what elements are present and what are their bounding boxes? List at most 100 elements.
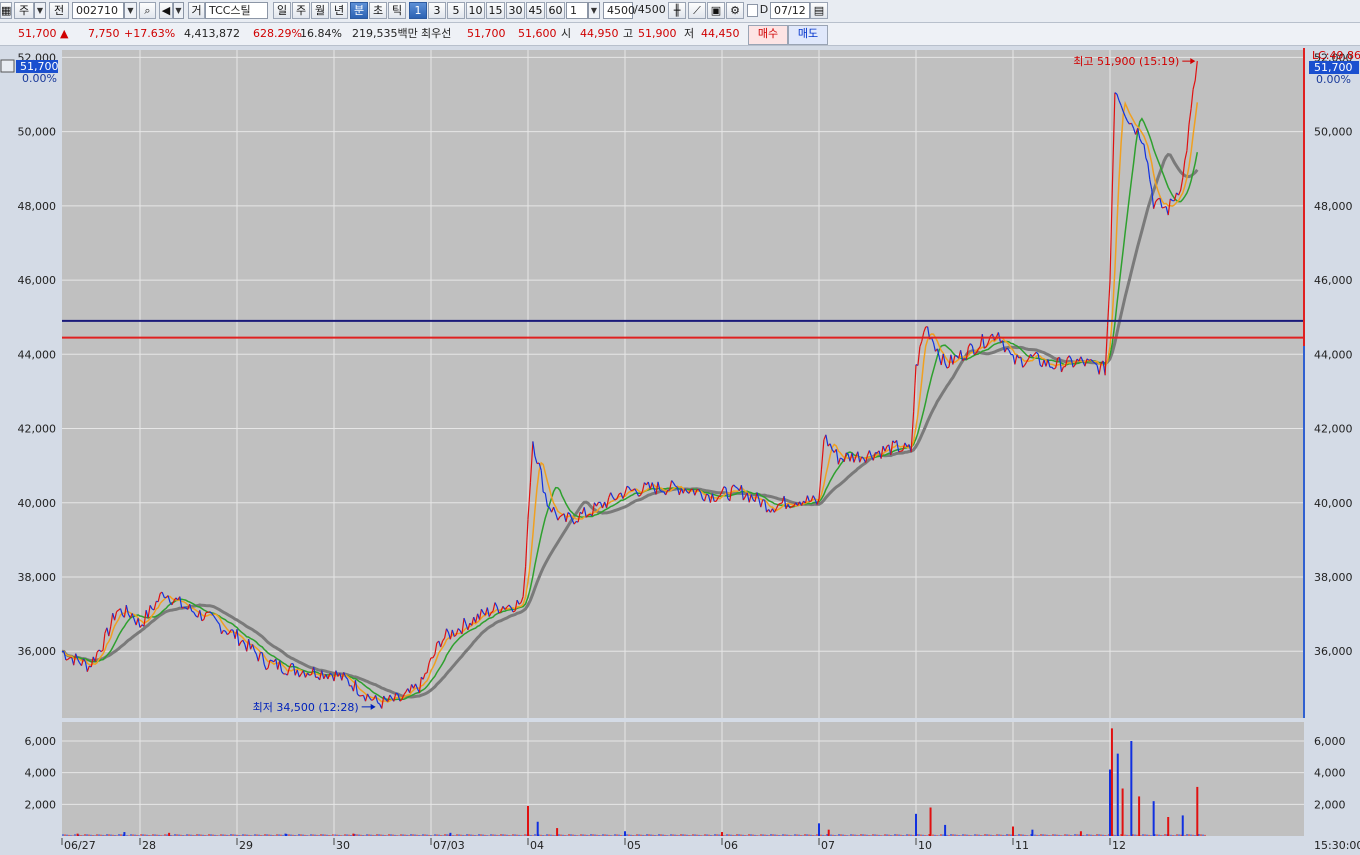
speaker-dropdown-icon[interactable]: ▼ [173,2,184,19]
y-tick-label-right: 40,000 [1314,497,1353,510]
price-segment [309,673,312,676]
interval-5-button[interactable]: 5 [447,2,465,19]
interval-60-button[interactable]: 60 [546,2,565,19]
x-tick-label: 12 [1112,839,1126,852]
y-tick-label-right: 50,000 [1314,126,1353,139]
line-tool-icon[interactable]: ⟋ [688,2,706,19]
x-tick-label: 11 [1015,839,1029,852]
interval-45-button[interactable]: 45 [526,2,545,19]
buy-button[interactable]: 매수 [748,25,788,45]
period-day-button[interactable]: 일 [273,2,291,19]
stock-code-input[interactable]: 002710 [72,2,124,19]
volume-value: 4,413,872 [184,27,240,40]
x-tick-label: 04 [530,839,544,852]
up-arrow-icon: ▲ [60,27,69,40]
speaker-icon[interactable]: ◀ [159,2,173,19]
market-dropdown-icon[interactable]: ▼ [34,2,46,19]
y-tick-label-left: 44,000 [18,348,57,361]
calendar-icon[interactable]: ▤ [810,2,828,19]
price-segment [900,449,903,452]
toolbar: ▦ 주 ▼ 전 002710 ▼ ⌕ ◀ ▼ 거 TCC스틸 일 주 월 년 분… [0,0,1360,23]
best-bid: 51,600 [518,27,557,40]
y-tick-label-left: 46,000 [18,274,57,287]
price-segment [65,658,68,661]
volume-tick-label-left: 4,000 [25,767,57,780]
volume-tick-label-right: 2,000 [1314,798,1346,811]
x-tick-label: 06 [724,839,738,852]
best-ask: 51,700 [467,27,506,40]
low-label: 저 [684,27,695,40]
period-year-button[interactable]: 년 [330,2,348,19]
price-segment [791,505,794,508]
code-dropdown-icon[interactable]: ▼ [124,2,137,19]
price-segment [512,610,516,613]
x-tick-label: 07/03 [433,839,465,852]
period-week-button[interactable]: 주 [292,2,310,19]
y-tick-label-left: 50,000 [18,126,57,139]
menu-grid-button[interactable]: ▦ [0,2,12,19]
left-pct-label: 0.00% [22,72,57,85]
interval-10-button[interactable]: 10 [466,2,485,19]
y-tick-label-left: 36,000 [18,645,57,658]
open-label: 시 [561,27,572,40]
y-tick-label-left: 40,000 [18,497,57,510]
count-total-label: /4500 [634,3,666,16]
price-segment [269,659,273,662]
period-tick-button[interactable]: 틱 [388,2,406,19]
x-tick-label: 07 [821,839,835,852]
price-segment [898,450,901,453]
period-minute-button[interactable]: 분 [350,2,368,19]
chart-table-icon[interactable] [0,59,15,73]
turnover-rate: 16.84% [300,27,342,40]
date-label: D [759,3,769,16]
volume-tick-label-right: 4,000 [1314,767,1346,780]
y-tick-label-right: 48,000 [1314,200,1353,213]
best-quote-label: 최우선 [421,27,452,40]
price-segment [762,499,765,501]
time-label: 15:30:00 [1314,839,1360,852]
y-tick-label-right: 38,000 [1314,571,1353,584]
date-input[interactable]: 07/12 [770,2,810,19]
price-segment [1161,206,1165,209]
price-segment [223,629,226,632]
search-icon[interactable]: ⌕ [139,2,156,19]
price-chart[interactable]: 36,000 36,000 38,000 38,000 40,000 40,000 42,0… [0,46,1360,855]
name-prefix-button[interactable]: 거 [188,2,205,19]
current-price: 51,700 [18,27,57,40]
settings-gear-icon[interactable]: ⚙ [726,2,744,19]
multiplier-input[interactable]: 1 [566,2,588,19]
period-month-button[interactable]: 월 [311,2,329,19]
right-pct-label: 0.00% [1316,73,1351,86]
count-input[interactable]: 4500 [603,2,635,19]
price-change-pct: +17.63% [124,27,176,40]
price-segment [395,692,399,695]
date-checkbox[interactable] [747,4,758,17]
volume-ratio: 628.29% [253,27,302,40]
high-label: 고 [623,27,634,40]
price-segment [231,629,234,631]
low-price: 44,450 [701,27,740,40]
x-tick-label: 30 [336,839,350,852]
stock-name-field[interactable]: TCC스틸 [205,2,268,19]
y-tick-label-right: 44,000 [1314,348,1353,361]
period-second-button[interactable]: 초 [369,2,387,19]
y-tick-label-right: 36,000 [1314,645,1353,658]
save-icon[interactable]: ▣ [707,2,725,19]
multiplier-dropdown-icon[interactable]: ▼ [588,2,600,19]
x-tick-label: 29 [239,839,253,852]
price-segment [588,513,591,516]
interval-15-button[interactable]: 15 [486,2,505,19]
kind-button[interactable]: 전 [49,2,69,19]
sell-button[interactable]: 매도 [788,25,828,45]
interval-30-button[interactable]: 30 [506,2,525,19]
price-change: 7,750 [88,27,120,40]
quote-bar: 51,700 ▲ 7,750 +17.63% 4,413,872 628.29%… [0,23,1360,46]
x-tick-label: 06/27 [64,839,96,852]
market-select[interactable]: 주 [14,2,34,19]
volume-tick-label-right: 6,000 [1314,735,1346,748]
y-tick-label-left: 38,000 [18,571,57,584]
candle-style-icon[interactable]: ╫ [668,2,686,19]
interval-3-button[interactable]: 3 [428,2,446,19]
y-tick-label-right: 46,000 [1314,274,1353,287]
interval-1-button[interactable]: 1 [409,2,427,19]
